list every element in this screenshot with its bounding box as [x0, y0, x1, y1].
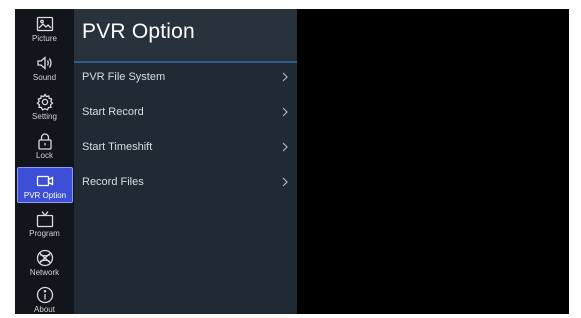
sidebar-item-label: Lock — [36, 151, 53, 160]
sidebar-item-pvr-option[interactable]: PVR Option — [17, 167, 73, 203]
sidebar-item-program[interactable]: Program — [15, 206, 74, 242]
sidebar-item-label: Sound — [32, 73, 57, 82]
camera-icon — [35, 171, 55, 191]
sidebar-item-label: Setting — [32, 112, 57, 121]
lock-icon — [35, 131, 55, 151]
settings-sidebar: Picture Sound Setting Lock PVR Option Pr… — [15, 9, 74, 314]
pvr-option-panel: PVR Option PVR File System Start Record … — [74, 9, 297, 314]
sidebar-item-label: Network — [29, 268, 60, 277]
sidebar-item-picture[interactable]: Picture — [15, 11, 74, 47]
sidebar-item-label: Program — [29, 229, 60, 238]
menu-item-pvr-file-system[interactable]: PVR File System — [74, 66, 297, 90]
sidebar-item-label: PVR Option — [23, 191, 67, 200]
menu-item-label: Record Files — [82, 176, 144, 188]
chevron-right-icon — [281, 141, 289, 153]
globe-icon — [35, 248, 55, 268]
sidebar-item-setting[interactable]: Setting — [15, 89, 74, 125]
menu-item-label: Start Timeshift — [82, 141, 153, 153]
menu-item-label: Start Record — [82, 106, 144, 118]
menu-item-record-files[interactable]: Record Files — [74, 171, 297, 195]
chevron-right-icon — [281, 176, 289, 188]
menu-item-start-record[interactable]: Start Record — [74, 101, 297, 125]
preview-area — [297, 9, 569, 314]
chevron-right-icon — [281, 106, 289, 118]
menu-item-label: PVR File System — [82, 71, 166, 83]
info-icon — [35, 285, 55, 305]
menu-item-start-timeshift[interactable]: Start Timeshift — [74, 136, 297, 160]
panel-header: PVR Option — [74, 9, 297, 63]
tv-screen: Picture Sound Setting Lock PVR Option Pr… — [15, 9, 569, 314]
picture-icon — [35, 14, 55, 34]
page-title: PVR Option — [82, 20, 195, 43]
gear-icon — [35, 92, 55, 112]
sidebar-item-sound[interactable]: Sound — [15, 50, 74, 86]
sidebar-item-about[interactable]: About — [15, 282, 74, 314]
sidebar-item-label: About — [34, 305, 55, 314]
sidebar-item-lock[interactable]: Lock — [15, 128, 74, 164]
tv-icon — [35, 209, 55, 229]
chevron-right-icon — [281, 71, 289, 83]
speaker-icon — [35, 53, 55, 73]
sidebar-item-network[interactable]: Network — [15, 245, 74, 281]
sidebar-item-label: Picture — [32, 34, 57, 43]
